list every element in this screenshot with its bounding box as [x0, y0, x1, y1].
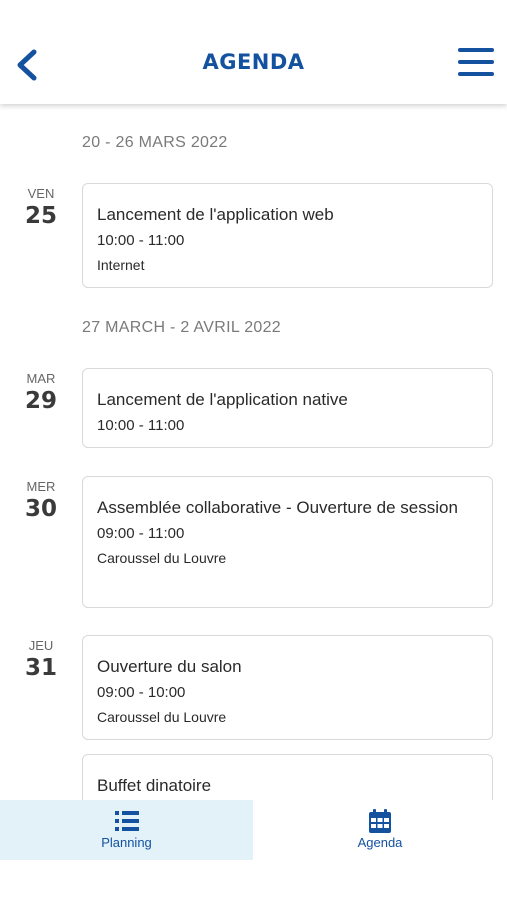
tab-agenda[interactable]: Agenda — [253, 800, 507, 860]
day-marker: VEN 25 — [14, 186, 68, 229]
day-number: 25 — [24, 203, 57, 229]
agenda-list[interactable]: 20 - 26 MARS 2022 VEN 25 Lancement de l'… — [0, 104, 507, 800]
day-name: VEN — [27, 186, 55, 201]
event-card[interactable]: Lancement de l'application web 10:00 - 1… — [82, 183, 493, 288]
day-marker: MAR 29 — [14, 371, 68, 414]
event-card[interactable]: Assemblée collaborative - Ouverture de s… — [82, 476, 493, 608]
app-header: AGENDA — [0, 0, 507, 104]
event-time: 09:00 - 10:00 — [97, 684, 186, 701]
day-marker: JEU 31 — [14, 638, 68, 681]
event-title: Ouverture du salon — [97, 657, 242, 676]
tab-label: Agenda — [357, 835, 403, 850]
day-name: MER — [26, 479, 56, 494]
event-title: Lancement de l'application native — [97, 390, 348, 409]
list-icon — [114, 811, 139, 831]
hamburger-menu-icon — [458, 48, 494, 52]
event-card[interactable]: Ouverture du salon 09:00 - 10:00 Carouss… — [82, 635, 493, 740]
event-location: Internet — [97, 257, 145, 273]
event-time: 10:00 - 11:00 — [97, 232, 185, 249]
menu-button[interactable] — [458, 48, 494, 80]
event-title: Lancement de l'application web — [97, 205, 334, 224]
week-header: 27 MARCH - 2 AVRIL 2022 — [82, 319, 281, 336]
day-name: MAR — [26, 371, 56, 386]
day-name: JEU — [28, 638, 54, 653]
week-header: 20 - 26 MARS 2022 — [82, 134, 228, 151]
day-number: 31 — [24, 655, 57, 681]
tab-planning[interactable]: Planning — [0, 800, 253, 860]
event-card[interactable]: Lancement de l'application native 10:00 … — [82, 368, 493, 448]
event-title: Assemblée collaborative - Ouverture de s… — [97, 498, 458, 517]
calendar-icon — [369, 809, 391, 833]
event-card[interactable]: Buffet dinatoire — [82, 754, 493, 800]
event-title: Buffet dinatoire — [97, 776, 212, 795]
day-marker: MER 30 — [14, 479, 68, 522]
page-title: AGENDA — [202, 50, 305, 74]
day-number: 29 — [24, 388, 57, 414]
tab-label: Planning — [101, 835, 152, 850]
event-location: Caroussel du Louvre — [97, 550, 227, 566]
event-time: 09:00 - 11:00 — [97, 525, 185, 542]
event-location: Caroussel du Louvre — [97, 709, 227, 725]
day-number: 30 — [24, 496, 57, 522]
event-time: 10:00 - 11:00 — [97, 417, 185, 434]
bottom-tab-bar: Planning Agenda — [0, 800, 507, 860]
